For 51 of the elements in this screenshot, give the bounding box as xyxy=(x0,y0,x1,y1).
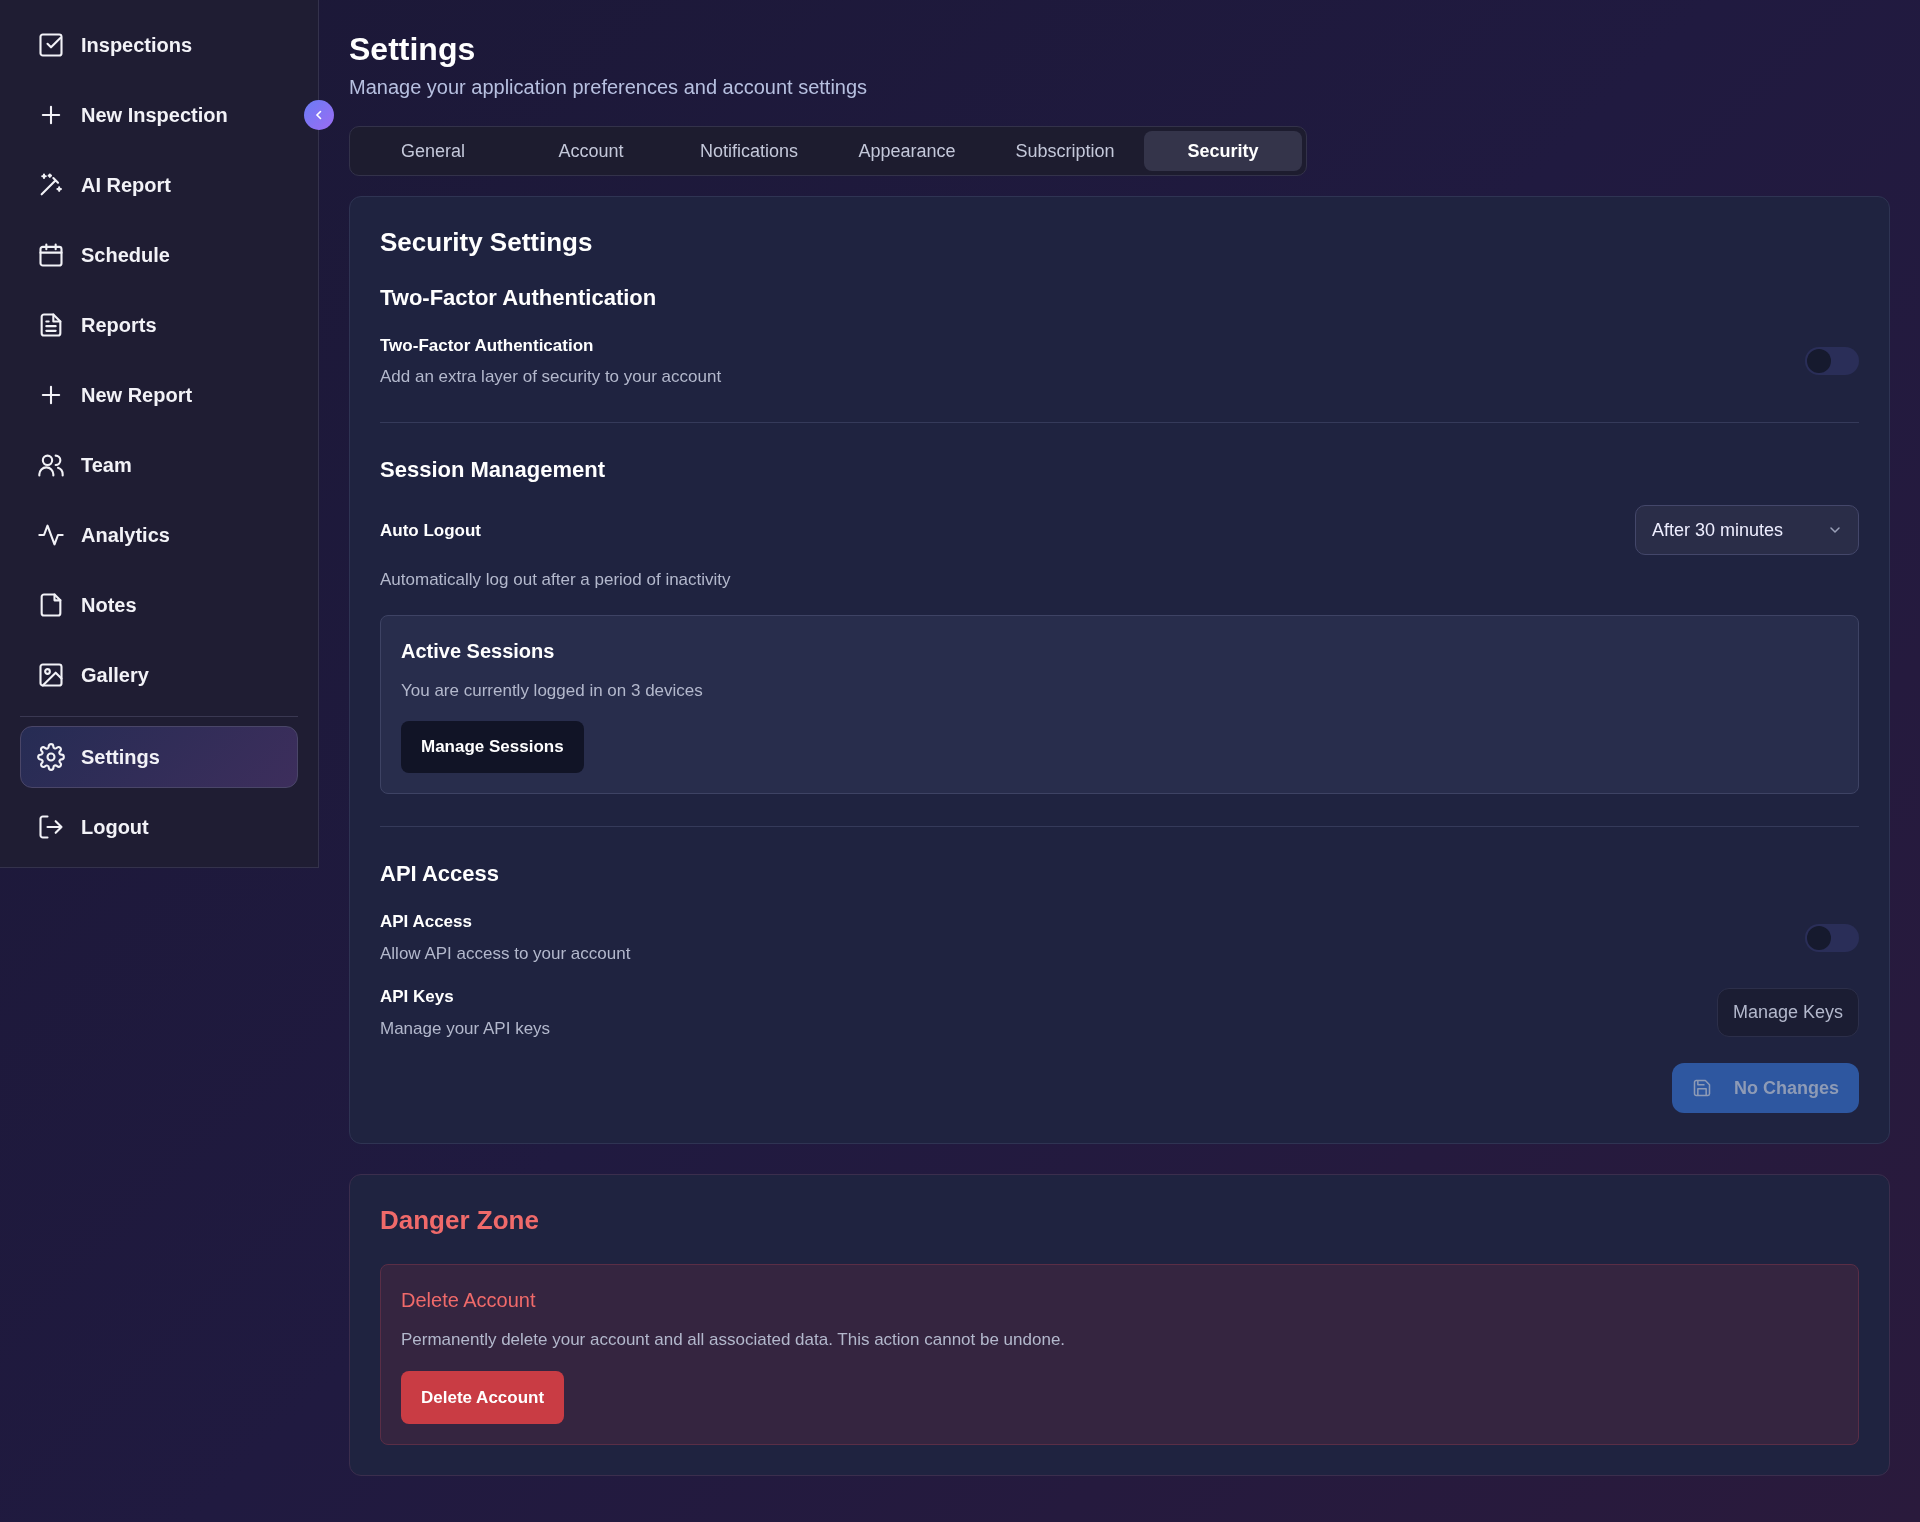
sidebar-item[interactable]: New Inspection xyxy=(20,80,298,150)
auto-logout-select[interactable]: After 30 minutes xyxy=(1635,505,1859,556)
manage-keys-button[interactable]: Manage Keys xyxy=(1716,988,1859,1038)
collapse-button[interactable] xyxy=(304,100,334,130)
manage-sessions-button[interactable]: Manage Sessions xyxy=(401,721,584,773)
panel-description: Permanently delete your account and all associated data. This action cannot be undone. xyxy=(401,1329,1067,1352)
setting-description: Automatically log out after a period of inactivity xyxy=(380,569,732,592)
settings-tab[interactable]: General xyxy=(354,131,512,172)
panel-title: Delete Account xyxy=(401,1288,537,1314)
setting-label: API Access xyxy=(380,911,473,934)
sidebar-item[interactable]: New Report xyxy=(20,360,298,430)
sidebar-item[interactable]: Analytics xyxy=(20,500,298,570)
sidebar-item[interactable]: AI Report xyxy=(20,150,298,220)
setting-description: Allow API access to your account xyxy=(380,942,631,965)
save-icon xyxy=(1692,1078,1712,1099)
card-title: Danger Zone xyxy=(380,1205,540,1237)
select-value: After 30 minutes xyxy=(1652,518,1784,542)
page-subtitle: Manage your application preferences and account settings xyxy=(349,75,869,101)
toggle-switch[interactable] xyxy=(1805,923,1859,952)
panel-title: Active Sessions xyxy=(401,638,556,664)
toggle-switch[interactable] xyxy=(1805,347,1859,376)
settings-tab[interactable]: Account xyxy=(512,131,670,172)
section-heading: API Access xyxy=(380,860,501,888)
setting-label: Auto Logout xyxy=(380,519,481,542)
sidebar-item[interactable]: Logout xyxy=(20,792,298,862)
settings-tab[interactable]: Subscription xyxy=(986,131,1144,172)
settings-icon xyxy=(37,743,65,771)
calendar-icon xyxy=(37,241,65,269)
card-title: Security Settings xyxy=(380,227,594,259)
section-heading: Two-Factor Authentication xyxy=(380,284,658,311)
checkbox-icon xyxy=(37,31,65,59)
page-title: Settings xyxy=(349,30,477,69)
settings-tab[interactable]: Appearance xyxy=(828,131,986,172)
logout-icon xyxy=(37,813,65,841)
panel-description: You are currently logged in on 3 devices xyxy=(401,679,704,702)
sidebar-item[interactable]: Settings xyxy=(20,726,298,788)
setting-description: Manage your API keys xyxy=(380,1017,551,1040)
sidebar-item[interactable]: Inspections xyxy=(20,10,298,80)
section-heading: Session Management xyxy=(380,456,606,484)
settings-tab[interactable]: Notifications xyxy=(670,131,828,172)
image-icon xyxy=(37,661,65,689)
setting-label: Two-Factor Authentication xyxy=(380,334,595,357)
delete-account-button[interactable]: Delete Account xyxy=(401,1370,565,1425)
settings-tab[interactable]: Security xyxy=(1144,131,1302,172)
sidebar-item[interactable]: Reports xyxy=(20,290,298,360)
sidebar-item[interactable]: Gallery xyxy=(20,640,298,710)
setting-label: API Keys xyxy=(380,986,455,1009)
sidebar-item[interactable]: Notes xyxy=(20,570,298,640)
sidebar-item[interactable]: Schedule xyxy=(20,220,298,290)
setting-description: Add an extra layer of security to your account xyxy=(380,366,722,389)
sidebar-item[interactable]: Team xyxy=(20,430,298,500)
